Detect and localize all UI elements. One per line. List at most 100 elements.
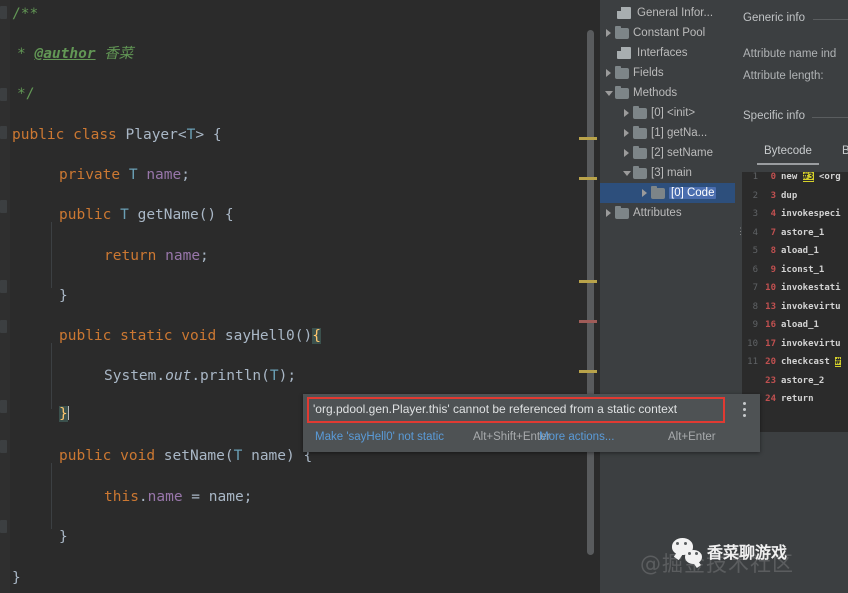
chevron-right-icon[interactable]	[620, 103, 633, 123]
scrollbar-warning-marker[interactable]	[579, 137, 597, 140]
chevron-right-icon[interactable]	[602, 63, 615, 83]
generic-info-rule	[813, 19, 848, 20]
code-line: public class Player<T> {	[12, 127, 222, 144]
bytecode-row[interactable]: 2 3 dup	[742, 191, 848, 210]
tree-item-0-init[interactable]: [0] <init>	[600, 103, 735, 123]
code-line: }	[12, 570, 21, 587]
bytecode-row[interactable]: 4 7 astore_1	[742, 228, 848, 247]
bytecode-row[interactable]: 9 16 aload_1	[742, 320, 848, 339]
tab-b[interactable]: B	[842, 145, 848, 157]
tree-item-interfaces[interactable]: Interfaces	[600, 43, 735, 63]
attribute-name-index-label: Attribute name ind	[743, 48, 837, 60]
folder-icon	[633, 105, 647, 119]
tree-item-3-main[interactable]: [3] main	[600, 163, 735, 183]
tree-item-constant-pool[interactable]: Constant Pool	[600, 23, 735, 43]
scrollbar-warning-marker[interactable]	[579, 177, 597, 180]
tree-item-fields[interactable]: Fields	[600, 63, 735, 83]
chevron-down-icon[interactable]	[620, 163, 633, 183]
code-token	[67, 406, 69, 420]
bytecode-row[interactable]: 23 astore_2	[742, 376, 848, 395]
constant-pool-ref[interactable]: #	[835, 357, 841, 367]
bytecode-listing[interactable]: 1 0 new #3 <org 2 3 dup 3 4 invokespeci 4 7 astore_…	[742, 172, 848, 432]
bytecode-line-number: 8	[752, 301, 758, 312]
inspection-tooltip[interactable]: 'org.pdool.gen.Player.this' cannot be re…	[303, 394, 760, 452]
bytecode-offset: 13	[765, 301, 776, 312]
detail-tabbar[interactable]: Bytecode B	[735, 143, 848, 167]
bytecode-overflow-dots: ⋮	[736, 226, 745, 236]
tree-item-0-code[interactable]: [0] Code	[600, 183, 735, 203]
code-token: static	[120, 328, 173, 344]
tree-item-1-getna[interactable]: [1] getNa...	[600, 123, 735, 143]
tree-item-methods[interactable]: Methods	[600, 83, 735, 103]
constant-pool-ref[interactable]: #3	[802, 172, 814, 182]
tree-item-label: Interfaces	[637, 47, 688, 59]
bytecode-instruction: astore_2	[781, 375, 825, 386]
more-options-icon[interactable]	[743, 402, 747, 418]
chevron-right-icon[interactable]	[602, 23, 615, 43]
bytecode-instruction: iconst_1	[781, 264, 825, 275]
chevron-right-icon[interactable]	[602, 203, 615, 223]
scrollbar-warning-marker[interactable]	[579, 280, 597, 283]
bytecode-offset: 17	[765, 338, 776, 349]
bytecode-row[interactable]: 7 10 invokestati	[742, 283, 848, 302]
folder-icon	[633, 125, 647, 139]
indent-guide	[51, 463, 52, 529]
scrollbar-warning-marker[interactable]	[579, 370, 597, 373]
chevron-right-icon[interactable]	[620, 123, 633, 143]
tab-bytecode[interactable]: Bytecode	[764, 145, 812, 157]
bytecode-offset: 7	[770, 227, 776, 238]
bytecode-row[interactable]: 1 0 new #3 <org	[742, 172, 848, 191]
bytecode-row[interactable]: 10 17 invokevirtu	[742, 339, 848, 358]
folder-icon	[615, 205, 629, 219]
code-token: (	[261, 368, 270, 384]
document-icon	[617, 7, 631, 19]
code-token: return	[104, 248, 157, 264]
tree-item-label: [3] main	[651, 167, 692, 179]
code-token: this	[104, 489, 139, 505]
code-line: System.out.println(T);	[104, 368, 296, 385]
wechat-watermark: 香菜聊游戏	[672, 538, 787, 564]
quickfix-link-1[interactable]: Make 'sayHell0' not static	[315, 431, 444, 443]
code-token: name	[165, 248, 201, 264]
code-token: /**	[12, 6, 39, 22]
active-tab-underline	[757, 163, 819, 165]
code-token: (	[224, 448, 234, 464]
code-line: public void setName(T name) {	[59, 448, 312, 465]
bytecode-row[interactable]: 8 13 invokevirtu	[742, 302, 848, 321]
code-editor[interactable]: /** * @author 香菜 */public class Player<T> …	[0, 0, 600, 593]
tree-item-general-infor[interactable]: General Infor...	[600, 3, 735, 23]
code-token: ;	[181, 167, 190, 183]
bytecode-instruction: invokestati	[781, 283, 841, 293]
editor-scrollbar-stripe[interactable]	[578, 0, 600, 593]
scrollbar-thumb[interactable]	[587, 30, 594, 555]
chevron-right-icon[interactable]	[620, 143, 633, 163]
bytecode-line-number: 9	[752, 320, 758, 330]
chevron-right-icon[interactable]	[638, 183, 651, 203]
quickfix-link-2[interactable]: More actions...	[539, 431, 614, 443]
code-line: public static void sayHell0(){	[59, 328, 321, 345]
bytecode-instruction: return	[781, 394, 814, 404]
tree-item-label: Fields	[633, 67, 664, 79]
bytecode-row[interactable]: 11 20 checkcast #	[742, 357, 848, 376]
bytecode-row[interactable]: 6 9 iconst_1	[742, 265, 848, 284]
code-token: = name;	[182, 489, 253, 505]
chevron-down-icon[interactable]	[602, 83, 615, 103]
tree-item-attributes[interactable]: Attributes	[600, 203, 735, 223]
class-structure-tree[interactable]: General Infor... Constant Pool Interfaces F…	[600, 0, 735, 593]
bytecode-row[interactable]: 3 4 invokespeci	[742, 209, 848, 228]
code-line: }	[59, 288, 68, 305]
code-text-layer[interactable]: /** * @author 香菜 */public class Player<T> …	[0, 0, 600, 593]
bytecode-row[interactable]: 5 8 aload_1	[742, 246, 848, 265]
folder-icon	[615, 25, 629, 39]
scrollbar-warning-marker[interactable]	[579, 320, 597, 323]
tree-item-2-setname[interactable]: [2] setName	[600, 143, 735, 163]
quickfix-actions-row[interactable]: Make 'sayHell0' not static Alt+Shift+Ente…	[303, 426, 760, 448]
ide-window: /** * @author 香菜 */public class Player<T> …	[0, 0, 848, 593]
